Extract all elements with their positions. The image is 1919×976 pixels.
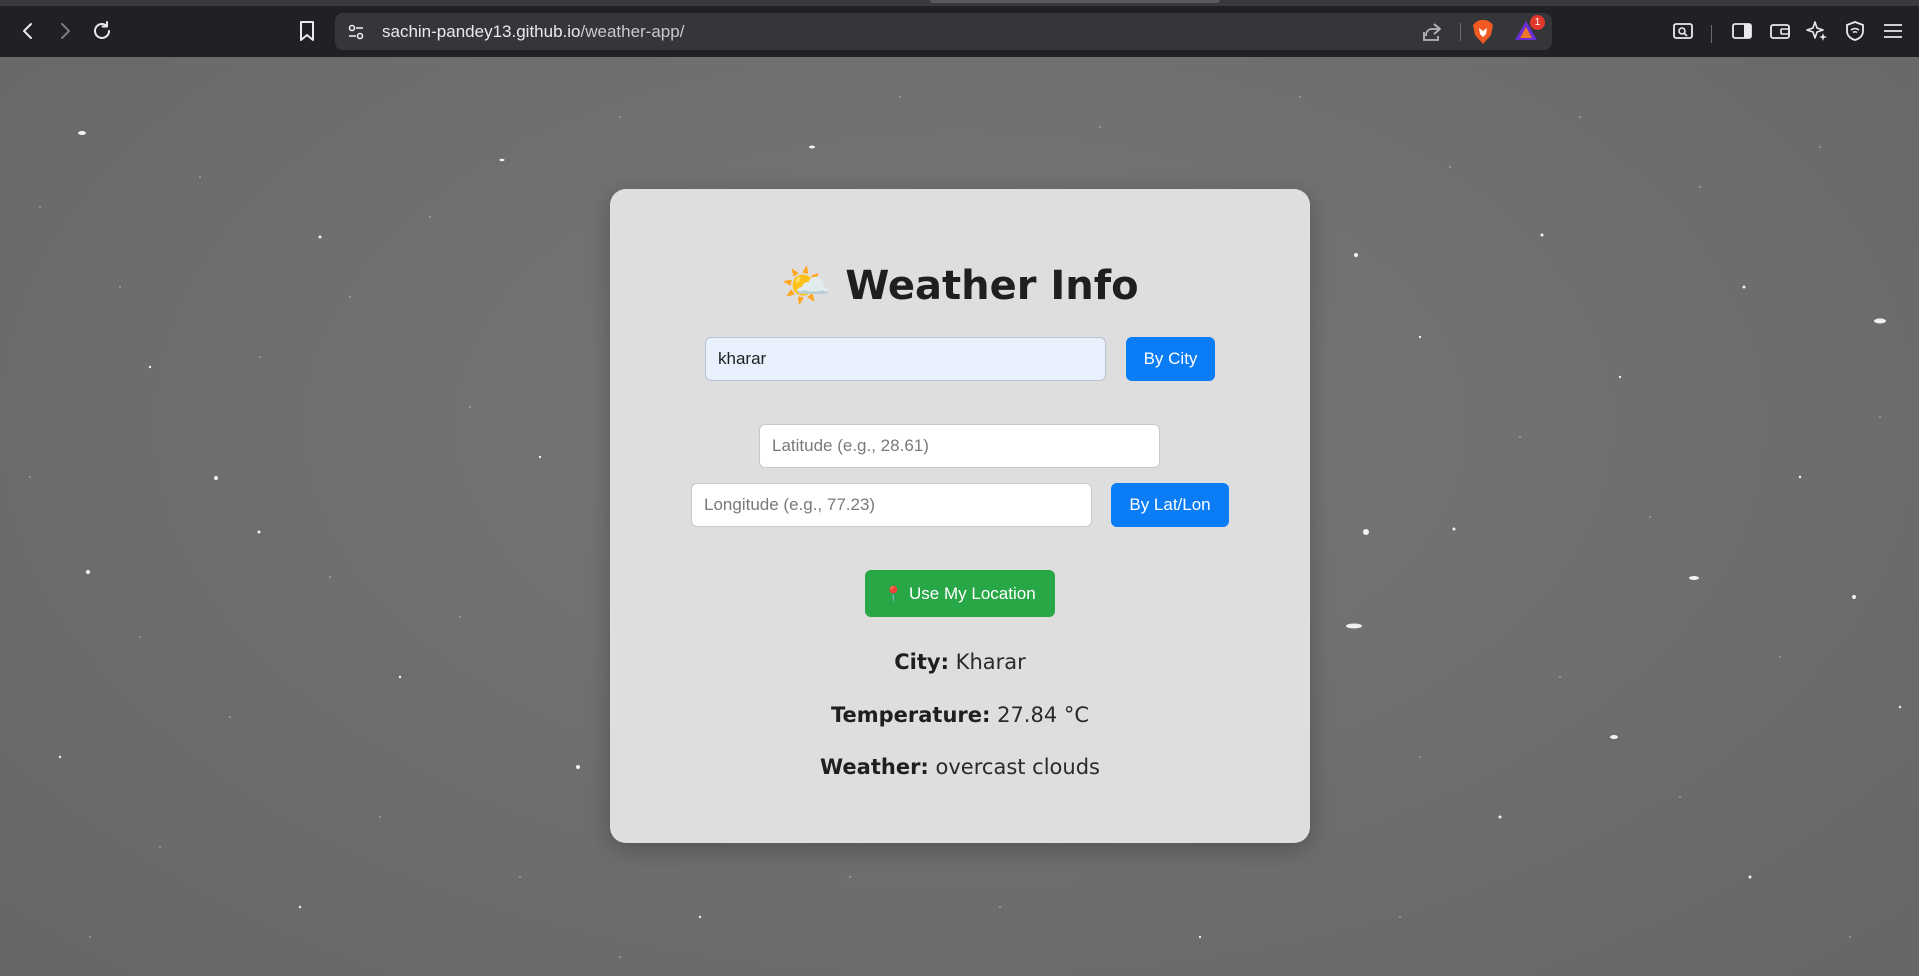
address-bar-divider (1460, 23, 1461, 41)
reload-icon (94, 21, 110, 39)
bookmark-icon (300, 21, 314, 41)
url-host: sachin-pandey13.github.io (382, 22, 581, 41)
leo-ai-button[interactable] (1802, 16, 1832, 46)
sidebar-icon (1732, 23, 1752, 39)
weather-result: Weather: overcast clouds (610, 755, 1310, 779)
wallet-button[interactable] (1765, 16, 1795, 46)
city-value: Kharar (955, 650, 1026, 674)
share-button[interactable] (1420, 20, 1444, 49)
share-icon (1423, 23, 1441, 41)
temperature-value: 27.84 °C (997, 703, 1090, 727)
location-pin-icon: 📍 (884, 585, 904, 603)
back-button[interactable] (13, 16, 43, 46)
toolbar-divider (1711, 25, 1712, 43)
sidebar-button[interactable] (1727, 16, 1757, 46)
brave-shields-button[interactable] (1471, 19, 1495, 50)
title-row: 🌤️ Weather Info (610, 256, 1310, 316)
city-result: City: Kharar (610, 650, 1310, 674)
longitude-input[interactable]: Longitude (e.g., 77.23) (691, 483, 1092, 527)
brave-lion-icon (1473, 20, 1493, 44)
browser-toolbar: sachin-pandey13.github.io/weather-app/ 1 (0, 6, 1919, 57)
latitude-input[interactable]: Latitude (e.g., 28.61) (759, 424, 1160, 468)
city-input-value: kharar (718, 349, 767, 368)
menu-button[interactable] (1878, 16, 1908, 46)
wallet-icon (1770, 24, 1790, 39)
weather-label: Weather: (820, 755, 929, 779)
url-text[interactable]: sachin-pandey13.github.io/weather-app/ (382, 22, 684, 42)
back-arrow-icon (23, 23, 32, 39)
weather-value: overcast clouds (935, 755, 1100, 779)
by-latlon-button[interactable]: By Lat/Lon (1111, 483, 1229, 527)
screen-search-icon (1673, 23, 1693, 39)
sparkle-icon (1806, 21, 1827, 41)
bookmark-button[interactable] (292, 16, 322, 46)
rewards-badge: 1 (1530, 15, 1545, 30)
longitude-placeholder: Longitude (e.g., 77.23) (704, 495, 876, 514)
weather-card: 🌤️ Weather Info kharar By City Latitude … (610, 189, 1310, 843)
temperature-label: Temperature: (830, 703, 991, 727)
latitude-placeholder: Latitude (e.g., 28.61) (772, 436, 929, 455)
url-path: /weather-app/ (580, 22, 685, 41)
use-my-location-label: Use My Location (909, 583, 1036, 603)
hamburger-menu-icon (1884, 24, 1902, 38)
address-bar[interactable]: sachin-pandey13.github.io/weather-app/ 1 (335, 13, 1552, 50)
by-city-label: By City (1143, 349, 1198, 368)
forward-button[interactable] (50, 16, 80, 46)
vpn-button[interactable] (1840, 16, 1870, 46)
site-info-icon[interactable] (345, 21, 367, 43)
sun-behind-cloud-icon: 🌤️ (781, 264, 832, 308)
use-my-location-button[interactable]: 📍 Use My Location (865, 570, 1055, 617)
tab-strip-hint (930, 0, 1220, 3)
page-title: Weather Info (845, 263, 1139, 309)
by-city-button[interactable]: By City (1126, 337, 1215, 381)
forward-arrow-icon (61, 23, 70, 39)
page-search-button[interactable] (1668, 16, 1698, 46)
city-input[interactable]: kharar (705, 337, 1106, 381)
reload-button[interactable] (87, 16, 117, 46)
temperature-result: Temperature: 27.84 °C (610, 703, 1310, 727)
city-label: City: (894, 650, 949, 674)
by-latlon-label: By Lat/Lon (1129, 495, 1211, 514)
shield-wifi-icon (1846, 21, 1864, 41)
